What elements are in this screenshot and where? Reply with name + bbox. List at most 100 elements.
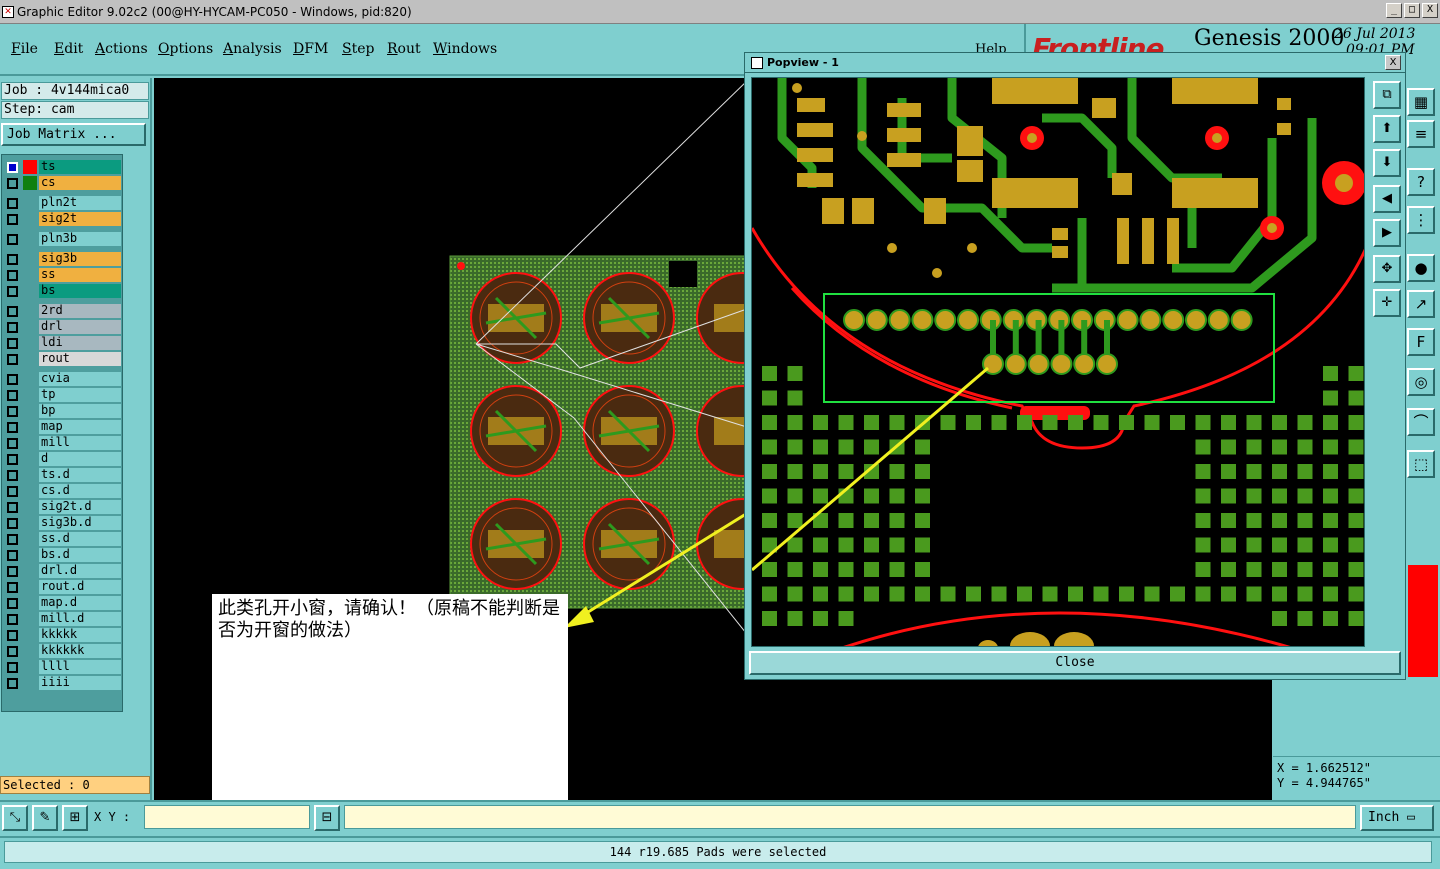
layer-row-ss[interactable]: ss [3,267,123,283]
layer-name[interactable]: mill [39,436,121,450]
select-icon[interactable]: ⬚ [1407,450,1435,478]
layer-name[interactable]: sig2t [39,212,121,226]
layer-row-rout-d[interactable]: rout.d [3,579,123,595]
zoom-out-icon[interactable]: ⬇ [1373,149,1401,177]
command-input[interactable] [344,805,1356,829]
layer-row-2rd[interactable]: 2rd [3,303,123,319]
layer-row-bp[interactable]: bp [3,403,123,419]
layer-name[interactable]: d [39,452,121,466]
layer-checkbox[interactable] [7,338,18,349]
zoom-icon[interactable]: ⤡ [2,805,28,831]
layer-checkbox[interactable] [7,518,18,529]
layer-row-kkkkkk[interactable]: kkkkkk [3,643,123,659]
menu-step[interactable]: Step [342,41,374,57]
dot-icon[interactable]: ● [1407,254,1435,282]
layer-name[interactable]: kkkkk [39,628,121,642]
layer-row-cs[interactable]: cs [3,175,123,191]
close-button[interactable]: X [1422,3,1438,18]
layer-row-sig3b-d[interactable]: sig3b.d [3,515,123,531]
layer-row-mill-d[interactable]: mill.d [3,611,123,627]
calc-icon[interactable]: ⊟ [314,805,340,831]
menu-options[interactable]: Options [158,41,213,57]
layer-checkbox[interactable] [7,470,18,481]
layer-name[interactable]: sig2t.d [39,500,121,514]
layer-row-bs[interactable]: bs [3,283,123,299]
xy-grid-icon[interactable]: ▦ [1407,88,1435,116]
layer-name[interactable]: ldi [39,336,121,350]
layer-name[interactable]: drl [39,320,121,334]
layer-checkbox[interactable] [7,582,18,593]
layer-row-d[interactable]: d [3,451,123,467]
layer-name[interactable]: ts [39,160,121,174]
layer-row-ldi[interactable]: ldi [3,335,123,351]
layer-checkbox[interactable] [7,390,18,401]
unit-selector[interactable]: Inch ▭ [1360,805,1434,831]
layer-checkbox[interactable] [7,270,18,281]
grid-icon[interactable]: ⊞ [62,805,88,831]
layer-checkbox[interactable] [7,438,18,449]
layer-name[interactable]: pln2t [39,196,121,210]
layers-icon[interactable]: ⋮ [1407,206,1435,234]
layer-name[interactable]: sig3b.d [39,516,121,530]
layer-name[interactable]: kkkkkk [39,644,121,658]
layer-name[interactable]: mill.d [39,612,121,626]
layer-name[interactable]: bp [39,404,121,418]
layer-checkbox[interactable] [7,422,18,433]
minimize-button[interactable]: _ [1386,3,1402,18]
pan-left-icon[interactable]: ◀ [1373,185,1401,213]
layer-row-sig3b[interactable]: sig3b [3,251,123,267]
menu-windows[interactable]: Windows [433,41,497,57]
layer-name[interactable]: bs [39,284,121,298]
layer-row-rout[interactable]: rout [3,351,123,367]
layer-checkbox[interactable] [7,306,18,317]
layer-checkbox[interactable] [7,662,18,673]
layer-checkbox[interactable] [7,598,18,609]
layer-name[interactable]: map [39,420,121,434]
layer-name[interactable]: cvia [39,372,121,386]
layer-row-ts-d[interactable]: ts.d [3,467,123,483]
layer-checkbox[interactable] [7,502,18,513]
menu-file[interactable]: File [11,41,38,57]
layer-name[interactable]: cs [39,176,121,190]
layer-checkbox[interactable] [7,486,18,497]
layer-row-map[interactable]: map [3,419,123,435]
maximize-button[interactable]: □ [1404,3,1420,18]
layer-name[interactable]: iiii [39,676,121,690]
layer-name[interactable]: llll [39,660,121,674]
layer-row-kkkkk[interactable]: kkkkk [3,627,123,643]
layer-checkbox[interactable] [7,354,18,365]
layer-checkbox[interactable] [7,678,18,689]
layer-name[interactable]: drl.d [39,564,121,578]
text-f-icon[interactable]: F [1407,328,1435,356]
layer-checkbox[interactable] [7,162,18,173]
menu-edit[interactable]: Edit [54,41,83,57]
layer-name[interactable]: rout.d [39,580,121,594]
layer-name[interactable]: tp [39,388,121,402]
layer-name[interactable]: cs.d [39,484,121,498]
popview-canvas[interactable] [751,77,1365,647]
layer-name[interactable]: bs.d [39,548,121,562]
layer-checkbox[interactable] [7,198,18,209]
measure-icon[interactable]: ↗ [1407,290,1435,318]
layer-checkbox[interactable] [7,374,18,385]
layer-name[interactable]: ts.d [39,468,121,482]
layer-row-mill[interactable]: mill [3,435,123,451]
menu-analysis[interactable]: Analysis [223,41,282,57]
layer-name[interactable]: ss [39,268,121,282]
menu-rout[interactable]: Rout [387,41,421,57]
layer-row-pln2t[interactable]: pln2t [3,195,123,211]
layer-row-llll[interactable]: llll [3,659,123,675]
zoom-in-icon[interactable]: ⬆ [1373,115,1401,143]
layer-row-map-d[interactable]: map.d [3,595,123,611]
layer-checkbox[interactable] [7,254,18,265]
pan-right-icon[interactable]: ▶ [1373,219,1401,247]
layer-checkbox[interactable] [7,550,18,561]
layer-checkbox[interactable] [7,630,18,641]
question-icon[interactable]: ? [1407,168,1435,196]
layer-row-drl[interactable]: drl [3,319,123,335]
zoom-home-icon[interactable]: ✛ [1373,289,1401,317]
popview-close-x[interactable]: X [1385,55,1401,70]
shapes-icon[interactable]: ◎ [1407,368,1435,396]
layer-row-pln3b[interactable]: pln3b [3,231,123,247]
layer-name[interactable]: sig3b [39,252,121,266]
